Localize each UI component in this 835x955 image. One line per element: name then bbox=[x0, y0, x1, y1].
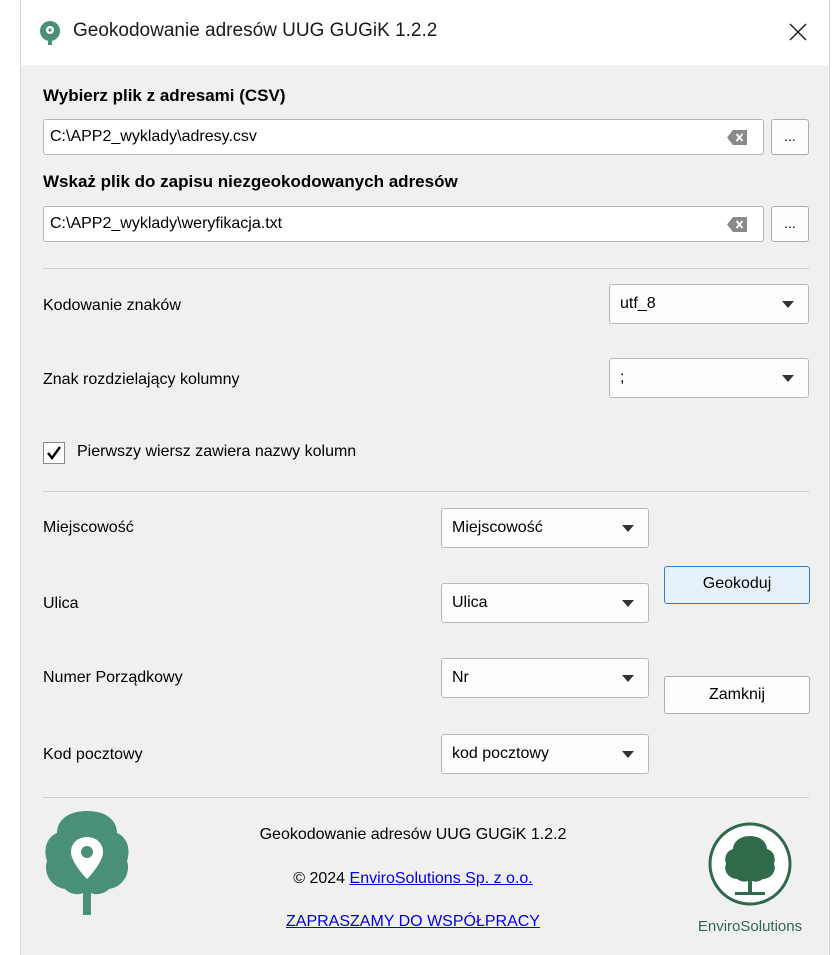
chevron-down-icon bbox=[622, 751, 634, 758]
encoding-select[interactable]: utf_8 bbox=[609, 284, 809, 324]
geocode-button[interactable]: Geokoduj bbox=[664, 566, 810, 604]
header-row-label[interactable]: Pierwszy wiersz zawiera nazwy kolumn bbox=[77, 443, 356, 461]
city-column-select[interactable]: Miejscowość bbox=[441, 508, 649, 548]
copyright-text: © 2024 bbox=[293, 870, 350, 887]
chevron-down-icon bbox=[622, 525, 634, 532]
geocoding-dialog: Geokodowanie adresów UUG GUGiK 1.2.2 Wyb… bbox=[20, 0, 830, 955]
street-label: Ulica bbox=[43, 595, 79, 612]
window-title: Geokodowanie adresów UUG GUGiK 1.2.2 bbox=[73, 20, 438, 41]
chevron-down-icon bbox=[782, 375, 794, 382]
title-bar: Geokodowanie adresów UUG GUGiK 1.2.2 bbox=[21, 0, 829, 65]
clear-text-icon[interactable] bbox=[727, 217, 747, 232]
plugin-logo-icon bbox=[41, 807, 133, 919]
separator-value: ; bbox=[620, 369, 625, 386]
clear-text-icon[interactable] bbox=[727, 130, 747, 145]
window-close-button[interactable] bbox=[767, 0, 829, 65]
logo-caption: EnviroSolutions bbox=[697, 918, 803, 935]
section-divider bbox=[43, 491, 809, 492]
company-link[interactable]: EnviroSolutions Sp. z o.o. bbox=[350, 870, 533, 887]
separator-label: Znak rozdzielający kolumny bbox=[43, 371, 240, 388]
postcode-column-value: kod pocztowy bbox=[452, 745, 549, 762]
section-divider bbox=[43, 268, 809, 269]
street-column-select[interactable]: Ulica bbox=[441, 583, 649, 623]
output-file-label: Wskaż plik do zapisu niezgeokodowanych a… bbox=[43, 172, 458, 191]
postcode-label: Kod pocztowy bbox=[43, 746, 143, 763]
input-file-field[interactable] bbox=[43, 119, 764, 155]
output-file-field[interactable] bbox=[43, 206, 764, 242]
separator-select[interactable]: ; bbox=[609, 358, 809, 398]
number-label: Numer Porządkowy bbox=[43, 669, 183, 686]
footer-title: Geokodowanie adresów UUG GUGiK 1.2.2 bbox=[259, 826, 567, 843]
chevron-down-icon bbox=[782, 301, 794, 308]
postcode-column-select[interactable]: kod pocztowy bbox=[441, 734, 649, 774]
city-label: Miejscowość bbox=[43, 519, 134, 536]
plugin-tree-pin-icon bbox=[37, 20, 63, 46]
street-column-value: Ulica bbox=[452, 594, 488, 611]
number-column-value: Nr bbox=[452, 669, 469, 686]
checkmark-icon bbox=[47, 446, 61, 460]
close-icon bbox=[789, 23, 807, 41]
section-divider bbox=[43, 797, 809, 798]
envirosolutions-logo: EnviroSolutions bbox=[695, 816, 805, 940]
output-file-path[interactable] bbox=[50, 213, 700, 235]
header-row-checkbox[interactable] bbox=[43, 442, 65, 464]
footer-copyright: © 2024 EnviroSolutions Sp. z o.o. bbox=[213, 870, 613, 888]
chevron-down-icon bbox=[622, 600, 634, 607]
city-column-value: Miejscowość bbox=[452, 519, 543, 536]
number-column-select[interactable]: Nr bbox=[441, 658, 649, 698]
encoding-value: utf_8 bbox=[620, 295, 656, 312]
close-button[interactable]: Zamknij bbox=[664, 676, 810, 714]
encoding-label: Kodowanie znaków bbox=[43, 297, 181, 314]
output-file-browse-button[interactable]: ... bbox=[771, 206, 809, 242]
input-file-path[interactable] bbox=[50, 126, 700, 148]
chevron-down-icon bbox=[622, 675, 634, 682]
cooperation-link[interactable]: ZAPRASZAMY DO WSPÓŁPRACY bbox=[213, 913, 613, 931]
input-file-browse-button[interactable]: ... bbox=[771, 119, 809, 155]
input-file-label: Wybierz plik z adresami (CSV) bbox=[43, 86, 286, 105]
